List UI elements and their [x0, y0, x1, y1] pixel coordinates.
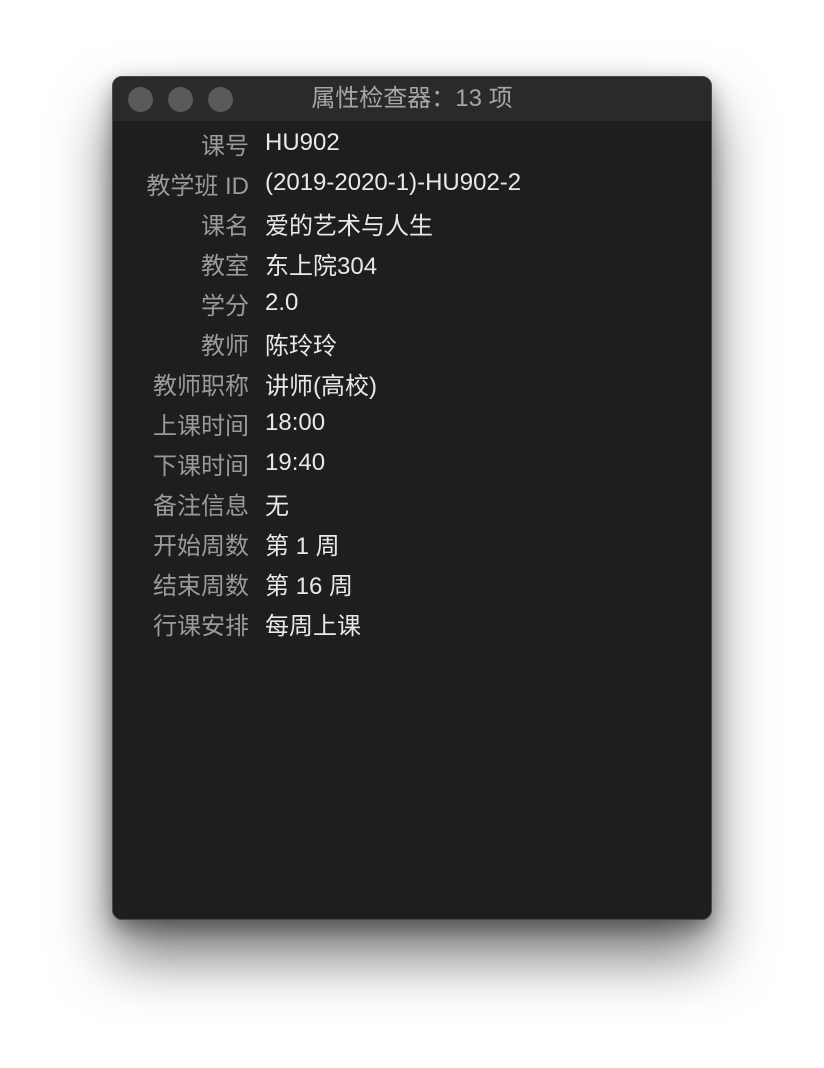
- property-row-teacher: 教师 陈玲玲: [113, 323, 711, 363]
- property-value: 2.0: [265, 289, 299, 316]
- property-value: 18:00: [265, 409, 326, 436]
- window-title: 属性检查器：13 项: [311, 85, 513, 112]
- property-value: (2019-2020-1)-HU902-2: [265, 169, 522, 196]
- property-value: 19:40: [265, 449, 326, 476]
- property-value: 第 16 周: [265, 572, 354, 600]
- property-row-course-name: 课名 爱的艺术与人生: [113, 203, 711, 243]
- property-label: 上课时间: [153, 412, 249, 440]
- property-label: 教师: [201, 332, 249, 360]
- property-value: 陈玲玲: [265, 332, 337, 360]
- property-row-start-week: 开始周数 第 1 周: [113, 523, 711, 563]
- property-value: HU902: [265, 129, 340, 156]
- property-row-end-week: 结束周数 第 16 周: [113, 563, 711, 603]
- property-row-start-time: 上课时间 18:00: [113, 403, 711, 443]
- property-value: 第 1 周: [265, 532, 340, 560]
- property-row-notes: 备注信息 无: [113, 483, 711, 523]
- property-list: 课号 HU902 教学班 ID (2019-2020-1)-HU902-2 课名…: [113, 123, 711, 643]
- property-label: 开始周数: [153, 532, 249, 560]
- property-row-schedule: 行课安排 每周上课: [113, 603, 711, 643]
- property-label: 学分: [201, 292, 249, 320]
- property-label: 课名: [201, 212, 249, 240]
- inspector-window: 属性检查器：13 项 课号 HU902 教学班 ID (2019-2020-1)…: [112, 76, 712, 920]
- property-row-teacher-title: 教师职称 讲师(高校): [113, 363, 711, 403]
- property-label: 结束周数: [153, 572, 249, 600]
- property-label: 教师职称: [153, 372, 249, 400]
- property-label: 备注信息: [153, 492, 249, 520]
- property-label: 下课时间: [153, 452, 249, 480]
- property-label: 教学班 ID: [146, 172, 249, 200]
- property-label: 行课安排: [153, 612, 249, 640]
- property-label: 教室: [201, 252, 249, 280]
- title-bar[interactable]: 属性检查器：13 项: [113, 77, 711, 121]
- property-row-end-time: 下课时间 19:40: [113, 443, 711, 483]
- property-row-class-id: 教学班 ID (2019-2020-1)-HU902-2: [113, 163, 711, 203]
- property-row-course-code: 课号 HU902: [113, 123, 711, 163]
- property-value: 无: [265, 492, 289, 520]
- property-value: 爱的艺术与人生: [265, 212, 433, 240]
- property-value: 东上院304: [265, 252, 378, 280]
- property-row-classroom: 教室 东上院304: [113, 243, 711, 283]
- property-value: 讲师(高校): [265, 372, 377, 400]
- property-row-credits: 学分 2.0: [113, 283, 711, 323]
- property-label: 课号: [201, 132, 249, 160]
- property-value: 每周上课: [265, 612, 361, 640]
